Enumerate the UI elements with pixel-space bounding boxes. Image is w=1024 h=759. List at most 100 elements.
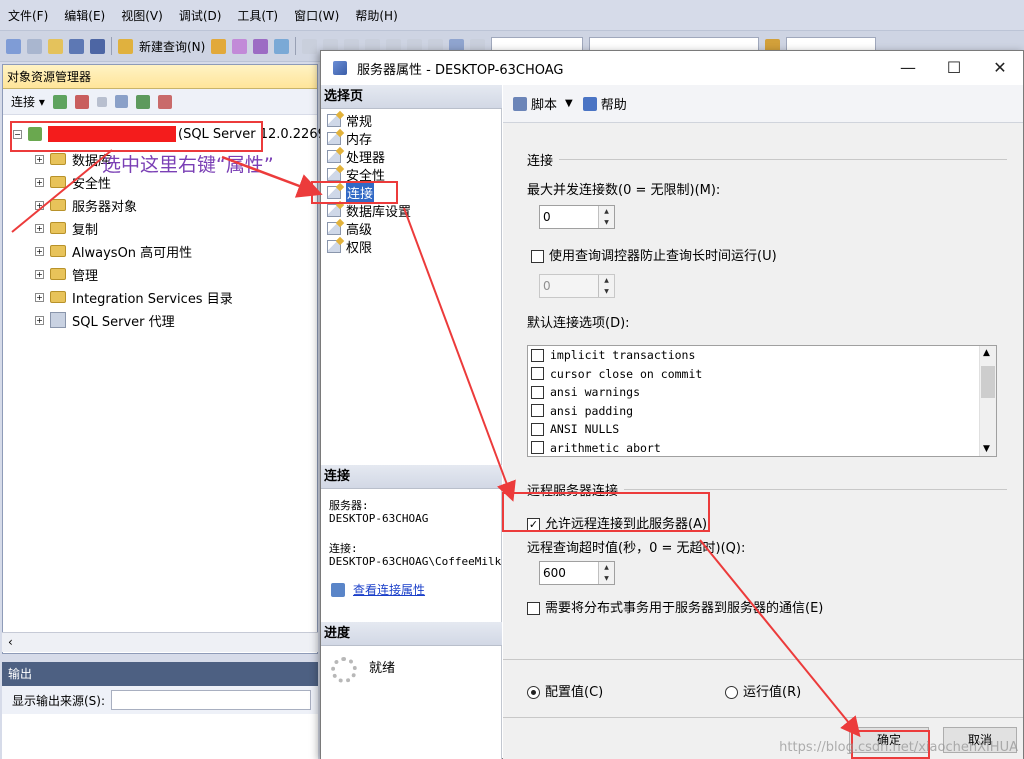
activity-monitor-icon[interactable] (157, 94, 172, 109)
tree-item-management[interactable]: + 管理 (35, 263, 98, 285)
scroll-left-icon[interactable]: ‹ (8, 635, 13, 649)
xmla-query-icon[interactable] (274, 38, 290, 54)
max-connections-input[interactable]: 0 ▲ ▼ (539, 205, 615, 229)
expand-icon[interactable]: + (35, 269, 44, 279)
distributed-option[interactable]: 需要将分布式事务用于服务器到服务器的通信(E) (527, 597, 823, 616)
open-folder-icon[interactable] (48, 38, 63, 54)
dmx-query-icon[interactable] (253, 38, 269, 54)
option-row[interactable]: implicit transactions (528, 346, 996, 365)
maximize-icon[interactable]: ☐ (931, 51, 977, 85)
horizontal-scrollbar[interactable]: ‹ (2, 632, 318, 652)
script-dropdown-icon[interactable]: ▼ (565, 98, 573, 109)
scroll-up-icon[interactable]: ▲ (983, 348, 990, 358)
option-checkbox[interactable] (531, 348, 544, 362)
option-checkbox[interactable] (531, 441, 544, 455)
query-governor-option[interactable]: 使用查询调控器防止查询长时间运行(U) (531, 245, 777, 264)
page-icon (327, 131, 341, 145)
page-icon (327, 149, 341, 163)
running-values-option[interactable]: 运行值(R) (725, 681, 801, 700)
page-icon (327, 113, 341, 127)
page-label: 高级 (346, 222, 373, 238)
remote-timeout-input[interactable]: 600 ▲ ▼ (539, 561, 615, 585)
expand-icon[interactable]: + (35, 315, 44, 325)
spinner-arrows-icon[interactable]: ▲ ▼ (598, 562, 614, 584)
help-icon[interactable] (582, 96, 597, 111)
menu-tools[interactable]: 工具(T) (237, 7, 278, 24)
refresh-icon[interactable] (135, 94, 150, 109)
option-row[interactable]: ANSI NULLS (528, 420, 996, 439)
tree-item-replication[interactable]: + 复制 (35, 217, 98, 239)
page-processors[interactable]: 处理器 (327, 147, 385, 166)
option-label: ansi padding (550, 403, 634, 418)
close-icon[interactable]: ✕ (977, 51, 1023, 85)
page-permissions[interactable]: 权限 (327, 237, 372, 256)
expand-icon[interactable]: + (35, 200, 44, 210)
option-row[interactable]: ansi warnings (528, 383, 996, 402)
menu-window[interactable]: 窗口(W) (294, 7, 339, 24)
mdx-query-icon[interactable] (232, 38, 248, 54)
expand-icon[interactable]: + (35, 154, 44, 164)
disconnect-icon[interactable] (74, 94, 89, 109)
connect-icon[interactable] (52, 94, 67, 109)
progress-spinner-icon (331, 657, 357, 683)
expand-icon[interactable]: + (35, 292, 44, 302)
configured-values-option[interactable]: 配置值(C) (527, 681, 603, 700)
filter-icon[interactable] (114, 95, 128, 108)
configured-radio[interactable] (527, 686, 540, 699)
running-radio[interactable] (725, 686, 738, 699)
stop-icon[interactable] (96, 96, 107, 107)
folder-icon (50, 291, 66, 303)
page-general[interactable]: 常规 (327, 111, 372, 130)
new-item-icon[interactable] (6, 38, 21, 54)
tree-item-integration-services[interactable]: + Integration Services 目录 (35, 286, 233, 308)
menu-help[interactable]: 帮助(H) (355, 7, 397, 24)
menu-file[interactable]: 文件(F) (8, 7, 48, 24)
scroll-down-icon[interactable]: ▼ (983, 444, 990, 454)
tree-item-server-objects[interactable]: + 服务器对象 (35, 194, 137, 216)
page-memory[interactable]: 内存 (327, 129, 372, 148)
option-checkbox[interactable] (531, 367, 544, 381)
output-source-row: 显示输出来源(S): (2, 686, 318, 714)
tree-item-security[interactable]: + 安全性 (35, 171, 111, 193)
option-checkbox[interactable] (531, 385, 544, 399)
new-query-icon[interactable] (118, 38, 133, 54)
tree-item-alwayson[interactable]: + AlwaysOn 高可用性 (35, 240, 192, 262)
connection-label: 连接: (329, 542, 358, 555)
save-all-icon[interactable] (90, 38, 105, 54)
expand-icon[interactable]: + (35, 246, 44, 256)
default-options-list[interactable]: implicit transactions cursor close on co… (527, 345, 997, 457)
option-row[interactable]: cursor close on commit (528, 365, 996, 384)
script-icon[interactable] (513, 96, 527, 111)
spinner-arrows-icon[interactable]: ▲ ▼ (598, 206, 614, 228)
menu-view[interactable]: 视图(V) (121, 7, 163, 24)
script-button[interactable]: 脚本 (531, 94, 557, 113)
page-advanced[interactable]: 高级 (327, 219, 373, 238)
expand-icon[interactable]: + (35, 177, 44, 187)
query-governor-checkbox[interactable] (531, 250, 544, 263)
db-query-icon[interactable] (211, 38, 227, 54)
cut-icon[interactable] (302, 38, 318, 54)
object-explorer-title: 对象资源管理器 (3, 65, 317, 89)
new-query-button[interactable]: 新建查询(N) (139, 38, 205, 55)
view-connection-properties-link[interactable]: 查看连接属性 (331, 581, 425, 598)
tree-item-label: SQL Server 代理 (72, 314, 175, 330)
option-row[interactable]: ansi padding (528, 402, 996, 421)
output-source-select[interactable] (111, 690, 312, 710)
menu-edit[interactable]: 编辑(E) (64, 7, 105, 24)
connect-dropdown[interactable]: 连接 ▾ (11, 93, 45, 110)
distributed-checkbox[interactable] (527, 602, 540, 615)
option-checkbox[interactable] (531, 422, 544, 436)
option-checkbox[interactable] (531, 404, 544, 418)
options-scrollbar[interactable]: ▲ ▼ (979, 346, 996, 456)
save-icon[interactable] (69, 38, 84, 54)
menu-debug[interactable]: 调试(D) (179, 7, 222, 24)
tree-item-sql-agent[interactable]: + SQL Server 代理 (35, 309, 175, 331)
scroll-thumb[interactable] (981, 366, 995, 398)
expand-icon[interactable]: + (35, 223, 44, 233)
toolbar-separator (295, 37, 297, 55)
help-button[interactable]: 帮助 (601, 94, 627, 113)
object-explorer-toolbar: 连接 ▾ (3, 89, 317, 115)
minimize-icon[interactable]: — (885, 51, 931, 85)
add-item-icon[interactable] (27, 38, 42, 54)
option-row[interactable]: arithmetic abort (528, 439, 996, 457)
